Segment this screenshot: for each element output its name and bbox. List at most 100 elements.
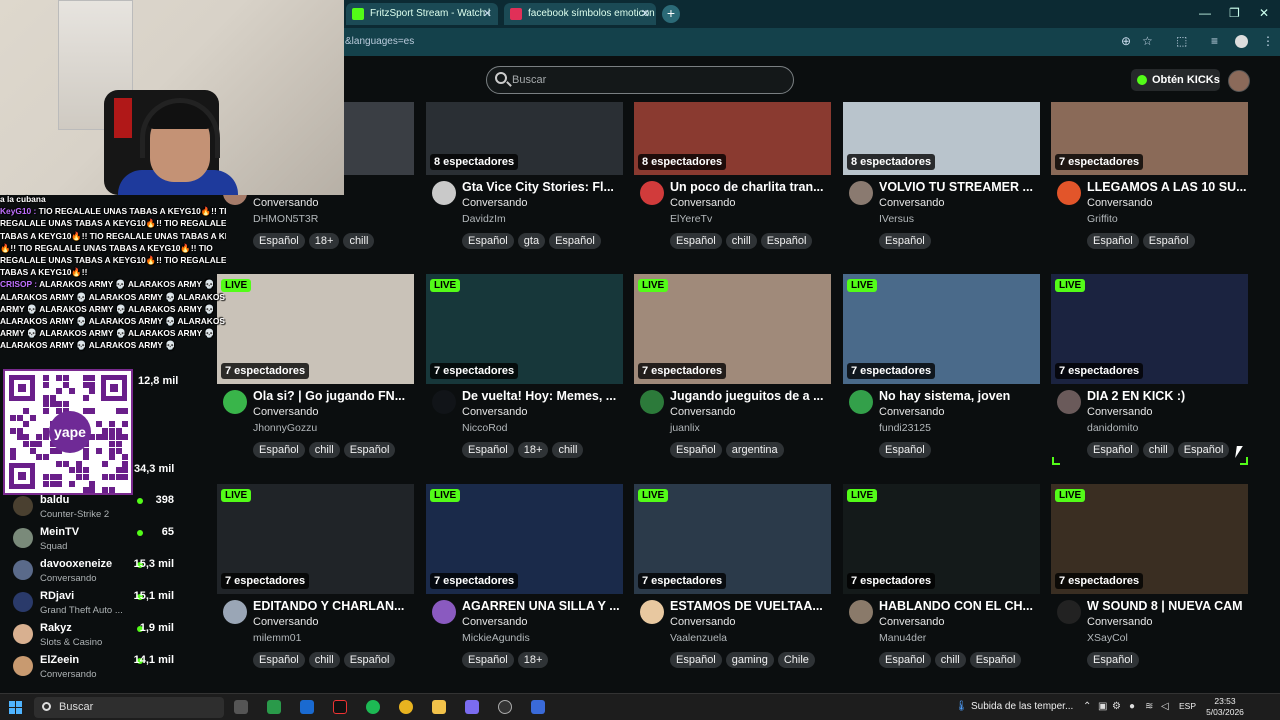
tag-chip[interactable]: Español (253, 652, 305, 668)
stream-title[interactable]: DIA 2 EN KICK :) (1087, 389, 1247, 403)
new-tab-button[interactable]: + (662, 5, 680, 23)
stream-thumbnail[interactable]: LIVE 7 espectadores (426, 274, 623, 384)
channel-avatar[interactable] (849, 390, 873, 414)
channel-avatar[interactable] (849, 600, 873, 624)
tag-chip[interactable]: Español (879, 233, 931, 249)
tag-chip[interactable]: 18+ (308, 233, 340, 249)
tag-chip[interactable]: chill (725, 233, 757, 249)
channel-name[interactable]: NiccoRod (462, 422, 508, 434)
stream-title[interactable]: No hay sistema, joven (879, 389, 1039, 403)
channel-avatar[interactable] (1057, 181, 1081, 205)
stream-category[interactable]: Conversando (879, 616, 944, 628)
profile-avatar[interactable] (1235, 35, 1248, 48)
stream-thumbnail[interactable]: LIVE 7 espectadores (843, 484, 1040, 594)
tag-chip[interactable]: Español (670, 233, 722, 249)
tag-chip[interactable]: chill (552, 442, 584, 458)
channel-name[interactable]: ElYereTv (670, 213, 712, 225)
store-icon[interactable] (267, 700, 281, 714)
stream-card[interactable]: LIVE 7 espectadores Ola si? | Go jugando F… (217, 274, 414, 466)
channel-name[interactable]: juanlix (670, 422, 700, 434)
app-icon[interactable] (531, 700, 545, 714)
menu-kebab-icon[interactable]: ⋮ (1262, 34, 1274, 48)
stream-thumbnail[interactable]: LIVE 7 espectadores (843, 274, 1040, 384)
stream-card[interactable]: LIVE 7 espectadores Jugando jueguitos de a… (634, 274, 831, 466)
tray-chevron-icon[interactable]: ⌃ (1083, 701, 1091, 712)
spotify-icon[interactable] (366, 700, 380, 714)
channel-avatar[interactable] (432, 600, 456, 624)
minimize-icon[interactable]: — (1199, 6, 1211, 20)
stream-card[interactable]: LIVE 7 espectadores W SOUND 8 | NUEVA CAM C… (1051, 484, 1248, 676)
stream-card[interactable]: LIVE 7 espectadores DIA 2 EN KICK :) Conver… (1051, 274, 1248, 466)
volume-icon[interactable]: ◁ (1161, 701, 1169, 712)
wifi-icon[interactable]: ≋ (1145, 701, 1153, 712)
tag-chip[interactable]: 18+ (517, 442, 549, 458)
zoom-icon[interactable]: ⊕ (1121, 34, 1131, 48)
stream-category[interactable]: Conversando (1087, 616, 1152, 628)
stream-card[interactable]: LIVE 7 espectadores EDITANDO Y CHARLAN... C… (217, 484, 414, 676)
stream-category[interactable]: Conversando (670, 616, 735, 628)
tag-chip[interactable]: Español (969, 652, 1022, 668)
tray-app-icon[interactable]: ▣ (1098, 701, 1107, 712)
extensions-icon[interactable]: ⬚ (1176, 34, 1187, 48)
stream-category[interactable]: Conversando (879, 406, 944, 418)
tag-chip[interactable]: Español (670, 442, 722, 458)
stream-card[interactable]: LIVE 7 espectadores De vuelta! Hoy: Memes,… (426, 274, 623, 466)
restore-icon[interactable]: ❐ (1229, 6, 1240, 20)
copilot-icon[interactable] (465, 700, 479, 714)
tag-chip[interactable]: gaming (725, 652, 774, 668)
weather-text[interactable]: Subida de las temper... (971, 701, 1073, 712)
stream-card[interactable]: LIVE 7 espectadores AGARREN UNA SILLA Y ..… (426, 484, 623, 676)
stream-title[interactable]: HABLANDO CON EL CH... (879, 599, 1039, 613)
tag-chip[interactable]: chill (343, 233, 375, 249)
channel-avatar[interactable] (640, 600, 664, 624)
stream-category[interactable]: Conversando (462, 197, 527, 209)
channel-name[interactable]: IVersus (879, 213, 914, 225)
url-text[interactable]: &languages=es (345, 36, 414, 47)
sidebar-channel[interactable]: Rakyz Slots & Casino 1,9 mil (10, 620, 210, 650)
tray-app-icon[interactable]: ● (1129, 701, 1135, 712)
stream-thumbnail[interactable]: LIVE 7 espectadores (217, 274, 414, 384)
channel-name[interactable]: JhonnyGozzu (253, 422, 317, 434)
channel-avatar[interactable] (640, 181, 664, 205)
tag-chip[interactable]: Español (1087, 233, 1139, 249)
tag-chip[interactable]: Español (1087, 652, 1139, 668)
stream-title[interactable]: EDITANDO Y CHARLAN... (253, 599, 413, 613)
sidebar-channel[interactable]: RDjavi Grand Theft Auto ... 15,1 mil (10, 588, 210, 618)
stream-category[interactable]: Conversando (1087, 406, 1152, 418)
sidebar-channel[interactable]: baldu Counter-Strike 2 398 (10, 492, 210, 522)
tag-chip[interactable]: chill (308, 652, 340, 668)
channel-avatar[interactable] (1057, 390, 1081, 414)
channel-name[interactable]: DavidzIm (462, 213, 506, 225)
stream-category[interactable]: Conversando (462, 406, 527, 418)
channel-avatar[interactable] (432, 390, 456, 414)
windows-start-icon[interactable] (9, 701, 22, 714)
channel-avatar[interactable] (223, 390, 247, 414)
stream-category[interactable]: Conversando (253, 616, 318, 628)
tag-chip[interactable]: Español (343, 442, 396, 458)
stream-thumbnail[interactable]: LIVE 7 espectadores (1051, 484, 1248, 594)
stream-card[interactable]: 7 espectadores LLEGAMOS A LAS 10 SU... Con… (1051, 65, 1248, 257)
channel-avatar[interactable] (432, 181, 456, 205)
stream-title[interactable]: Gta Vice City Stories: Fl... (462, 180, 622, 194)
stream-thumbnail[interactable]: LIVE 7 espectadores (217, 484, 414, 594)
stream-title[interactable]: W SOUND 8 | NUEVA CAM (1087, 599, 1247, 613)
media-control-icon[interactable]: ≡ (1211, 34, 1218, 48)
stream-thumbnail[interactable]: 8 espectadores (843, 102, 1040, 175)
stream-card[interactable]: LIVE 7 espectadores No hay sistema, joven C… (843, 274, 1040, 466)
stream-thumbnail[interactable]: 8 espectadores (426, 102, 623, 175)
stream-title[interactable]: ESTAMOS DE VUELTAA... (670, 599, 830, 613)
tag-chip[interactable]: Español (879, 442, 931, 458)
bookmark-star-icon[interactable]: ☆ (1142, 34, 1153, 48)
tag-chip[interactable]: Español (343, 652, 396, 668)
stream-category[interactable]: Conversando (462, 616, 527, 628)
stream-title[interactable]: LLEGAMOS A LAS 10 SU... (1087, 180, 1247, 194)
stream-category[interactable]: Conversando (879, 197, 944, 209)
tag-chip[interactable]: chill (934, 652, 966, 668)
task-view-icon[interactable] (234, 700, 248, 714)
tag-chip[interactable]: Español (549, 233, 601, 249)
stream-category[interactable]: Conversando (253, 406, 318, 418)
stream-thumbnail[interactable]: LIVE 7 espectadores (634, 484, 831, 594)
channel-name[interactable]: milemm01 (253, 632, 301, 644)
tag-chip[interactable]: chill (308, 442, 340, 458)
sidebar-channel[interactable]: davooxeneize Conversando 15,3 mil (10, 556, 210, 586)
